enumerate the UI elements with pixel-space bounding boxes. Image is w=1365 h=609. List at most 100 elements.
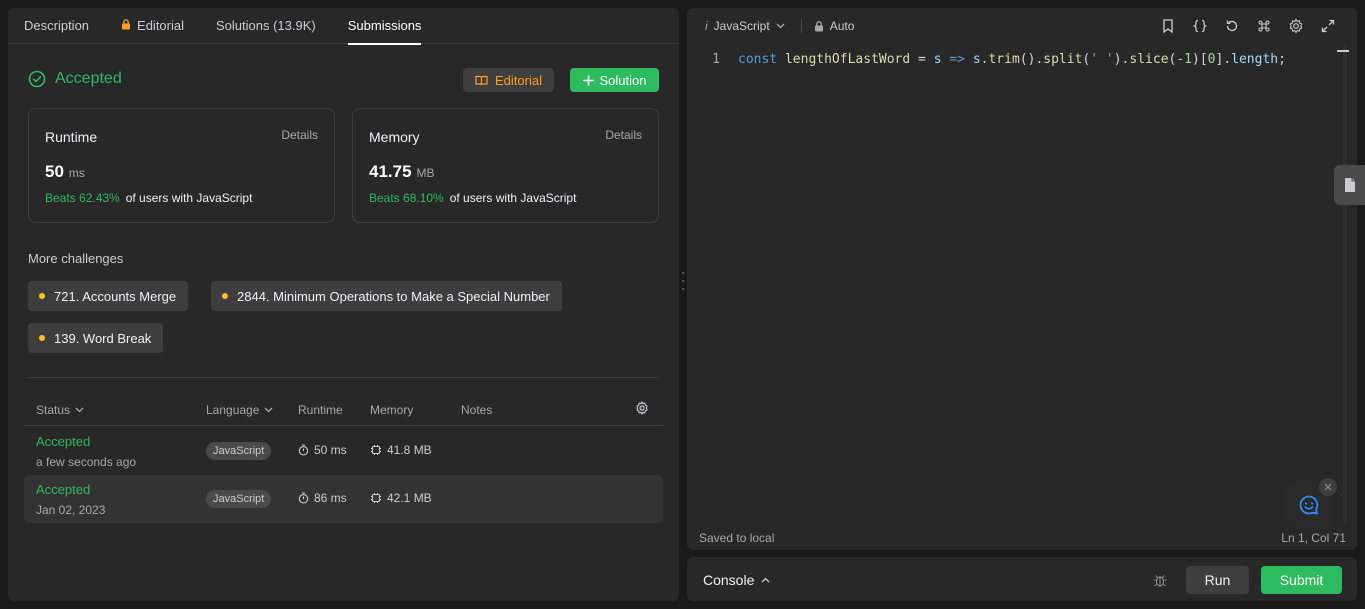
table-row[interactable]: Accepted a few seconds ago JavaScript 50… <box>24 427 663 475</box>
submit-button-label: Submit <box>1279 572 1324 588</box>
row-runtime-value: 50 ms <box>314 443 347 457</box>
submissions-table-header: Status Language Runtime Memory Notes <box>24 398 663 426</box>
token-punct: ). <box>1113 52 1130 67</box>
runtime-card[interactable]: Runtime Details 50 ms Beats 62.43% of user… <box>28 108 335 223</box>
token-param: s <box>933 52 942 67</box>
tab-submissions[interactable]: Submissions <box>347 8 422 45</box>
table-settings-button[interactable] <box>635 401 649 415</box>
token-punct: ]. <box>1215 52 1232 67</box>
row-time: Jan 02, 2023 <box>36 503 106 517</box>
difficulty-dot-icon <box>39 293 45 299</box>
token-number: 0 <box>1207 52 1216 67</box>
gear-icon[interactable] <box>1287 17 1305 35</box>
language-select-value: JavaScript <box>713 19 770 33</box>
submissions-panel: Description Editorial Solutions (13.9K) … <box>8 8 679 601</box>
token-keyword: const <box>738 52 778 67</box>
challenge-chip[interactable]: 139. Word Break <box>28 323 164 353</box>
memory-beats-percent: Beats 68.10% <box>369 191 444 205</box>
console-bar: Console Run Submit <box>687 557 1357 601</box>
document-icon <box>1344 178 1355 192</box>
submit-button[interactable]: Submit <box>1261 566 1342 594</box>
language-badge: JavaScript <box>206 442 272 460</box>
post-solution-label: Solution <box>599 72 647 88</box>
chip-icon <box>371 445 381 455</box>
token-number: -1 <box>1176 52 1193 67</box>
token-property: length <box>1231 52 1279 67</box>
lock-icon <box>121 18 131 33</box>
tab-editorial-label: Editorial <box>137 18 184 33</box>
more-challenges-title: More challenges <box>28 251 124 266</box>
memory-card[interactable]: Memory Details 41.75 MB Beats 68.10% of us… <box>352 108 659 223</box>
line-number: 1 <box>712 52 720 67</box>
difficulty-dot-icon <box>39 335 45 341</box>
row-memory-value: 42.1 MB <box>387 491 432 505</box>
runtime-beats-percent: Beats 62.43% <box>45 191 120 205</box>
plus-icon <box>582 74 594 86</box>
memory-details-link[interactable]: Details <box>605 128 642 142</box>
chat-smile-icon <box>1299 495 1319 515</box>
editor-actions <box>1159 17 1337 35</box>
memory-label: Memory <box>369 129 420 145</box>
challenge-chip[interactable]: 721. Accounts Merge <box>28 281 189 311</box>
token-operator: = <box>910 52 934 67</box>
code-line[interactable]: 1 const lengthOfLastWord = s => s.trim()… <box>687 52 1286 67</box>
runtime-value: 50 ms <box>45 162 85 182</box>
row-runtime: 86 ms <box>298 491 347 505</box>
memory-value: 41.75 MB <box>369 162 435 182</box>
formatter-mode[interactable]: Auto <box>830 19 855 33</box>
language-select[interactable]: JavaScript <box>714 19 785 33</box>
row-memory: 41.8 MB <box>370 443 432 457</box>
challenge-chip-label: 139. Word Break <box>54 330 152 346</box>
editor-scrollbar[interactable] <box>1343 44 1347 524</box>
runtime-label: Runtime <box>45 129 98 145</box>
tab-submissions-label: Submissions <box>347 18 422 33</box>
runtime-header: Runtime <box>298 403 343 417</box>
tab-solutions-label: Solutions (13.9K) <box>216 18 316 33</box>
tab-solutions[interactable]: Solutions (13.9K) <box>216 8 316 44</box>
language-badge: JavaScript <box>206 490 272 508</box>
close-icon <box>1324 483 1332 491</box>
runtime-beats: Beats 62.43% of users with JavaScript <box>45 191 252 205</box>
row-memory-value: 41.8 MB <box>387 443 432 457</box>
post-solution-button[interactable]: Solution <box>570 68 659 92</box>
challenge-chip-label: 2844. Minimum Operations to Make a Speci… <box>237 288 550 304</box>
editorial-button[interactable]: Editorial <box>463 68 554 92</box>
tab-description[interactable]: Description <box>24 8 89 44</box>
reset-icon[interactable] <box>1223 17 1241 35</box>
runtime-details-link[interactable]: Details <box>281 128 318 142</box>
saved-status: Saved to local <box>699 531 775 545</box>
language-header: Language <box>206 403 260 417</box>
challenge-chip[interactable]: 2844. Minimum Operations to Make a Speci… <box>211 281 562 311</box>
token-punct: (). <box>1019 52 1044 67</box>
runtime-number: 50 <box>45 162 64 181</box>
memory-unit: MB <box>416 166 435 180</box>
console-toggle[interactable]: Console <box>703 572 770 588</box>
debug-icon[interactable] <box>1152 572 1168 588</box>
bookmark-icon[interactable] <box>1159 17 1177 35</box>
chevron-up-icon <box>761 577 770 583</box>
challenge-chip-label: 721. Accounts Merge <box>54 288 177 304</box>
lock-icon <box>814 20 823 31</box>
notes-header: Notes <box>461 403 492 417</box>
token-punct: ; <box>1278 52 1286 67</box>
runtime-beats-suffix: of users with JavaScript <box>125 191 253 205</box>
token-method: slice <box>1129 52 1169 67</box>
table-row[interactable]: Accepted Jan 02, 2023 JavaScript 86 ms 4… <box>24 475 663 523</box>
status-filter[interactable]: Status <box>36 403 84 417</box>
language-filter[interactable]: Language <box>206 403 273 417</box>
token-function-name: lengthOfLastWord <box>784 52 911 67</box>
side-notes-button[interactable] <box>1334 165 1365 205</box>
token-punct: )[ <box>1192 52 1208 67</box>
result-header: Accepted <box>28 70 122 88</box>
token-method: trim <box>988 52 1020 67</box>
run-button[interactable]: Run <box>1186 566 1249 594</box>
code-text: const lengthOfLastWord = s => s.trim().s… <box>738 52 1286 67</box>
row-status: Accepted <box>36 434 91 449</box>
command-icon[interactable] <box>1255 17 1273 35</box>
feedback-close-button[interactable] <box>1319 478 1337 496</box>
panel-resize-handle[interactable] <box>681 272 685 290</box>
runtime-header-label: Runtime <box>298 403 343 417</box>
tab-editorial[interactable]: Editorial <box>121 8 184 44</box>
expand-icon[interactable] <box>1319 17 1337 35</box>
braces-icon[interactable] <box>1191 17 1209 35</box>
